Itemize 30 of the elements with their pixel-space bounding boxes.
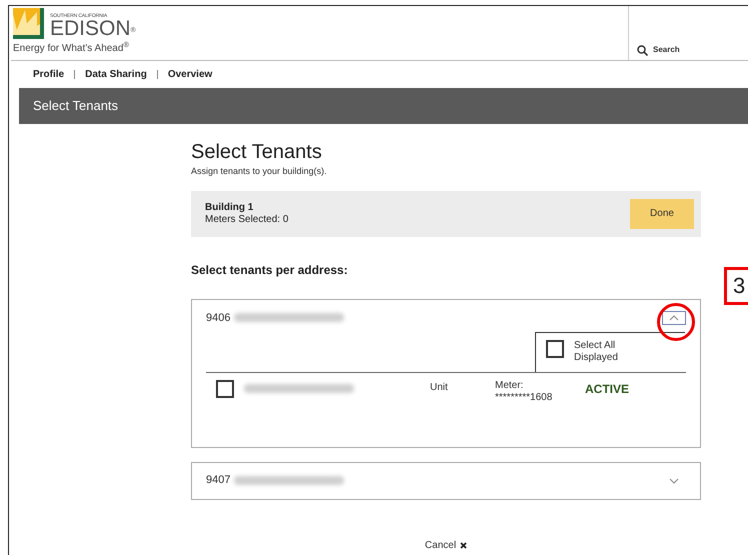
cancel-button[interactable]: Cancel (424, 538, 468, 552)
unit-label: Unit (430, 381, 449, 395)
subheading: Assign tenants to your building(s). (191, 165, 328, 178)
collapse-button[interactable] (662, 310, 686, 325)
address-number: 9407 (206, 473, 230, 488)
nav-link[interactable]: Profile (33, 67, 64, 82)
checkbox[interactable] (216, 380, 234, 398)
select-all-label: Select All Displayed (574, 340, 619, 364)
meter-label: Meter: (495, 380, 524, 392)
section-label: Select tenants per address: (191, 262, 349, 278)
status-text: ACTIVE (585, 381, 630, 398)
logo-wordmark: EDISON$^{®}$ (50, 19, 136, 39)
address-number: 9406 (206, 310, 230, 326)
page-title: Select Tenants (33, 97, 118, 116)
search-field[interactable]: Search (628, 6, 748, 60)
chevron-down-icon (669, 478, 679, 484)
sun-logo-icon (13, 8, 44, 39)
meter-number: *********1608 (495, 392, 554, 404)
checkbox[interactable] (546, 340, 564, 358)
logo-tagline: Energy for What’s Ahead$^{®}$ (13, 41, 130, 56)
done-button[interactable]: Done (630, 198, 694, 228)
building-name: Building 1 (205, 202, 254, 214)
nav-link[interactable]: Overview (168, 67, 212, 82)
nav-link[interactable]: Data Sharing (85, 67, 147, 82)
meters-selected: Meters Selected: 0 (205, 214, 288, 226)
close-icon (460, 542, 468, 548)
search-icon (637, 45, 648, 56)
callout-label: 3 (724, 267, 748, 305)
heading: Select Tenants (191, 140, 323, 164)
chevron-up-icon (669, 314, 679, 321)
